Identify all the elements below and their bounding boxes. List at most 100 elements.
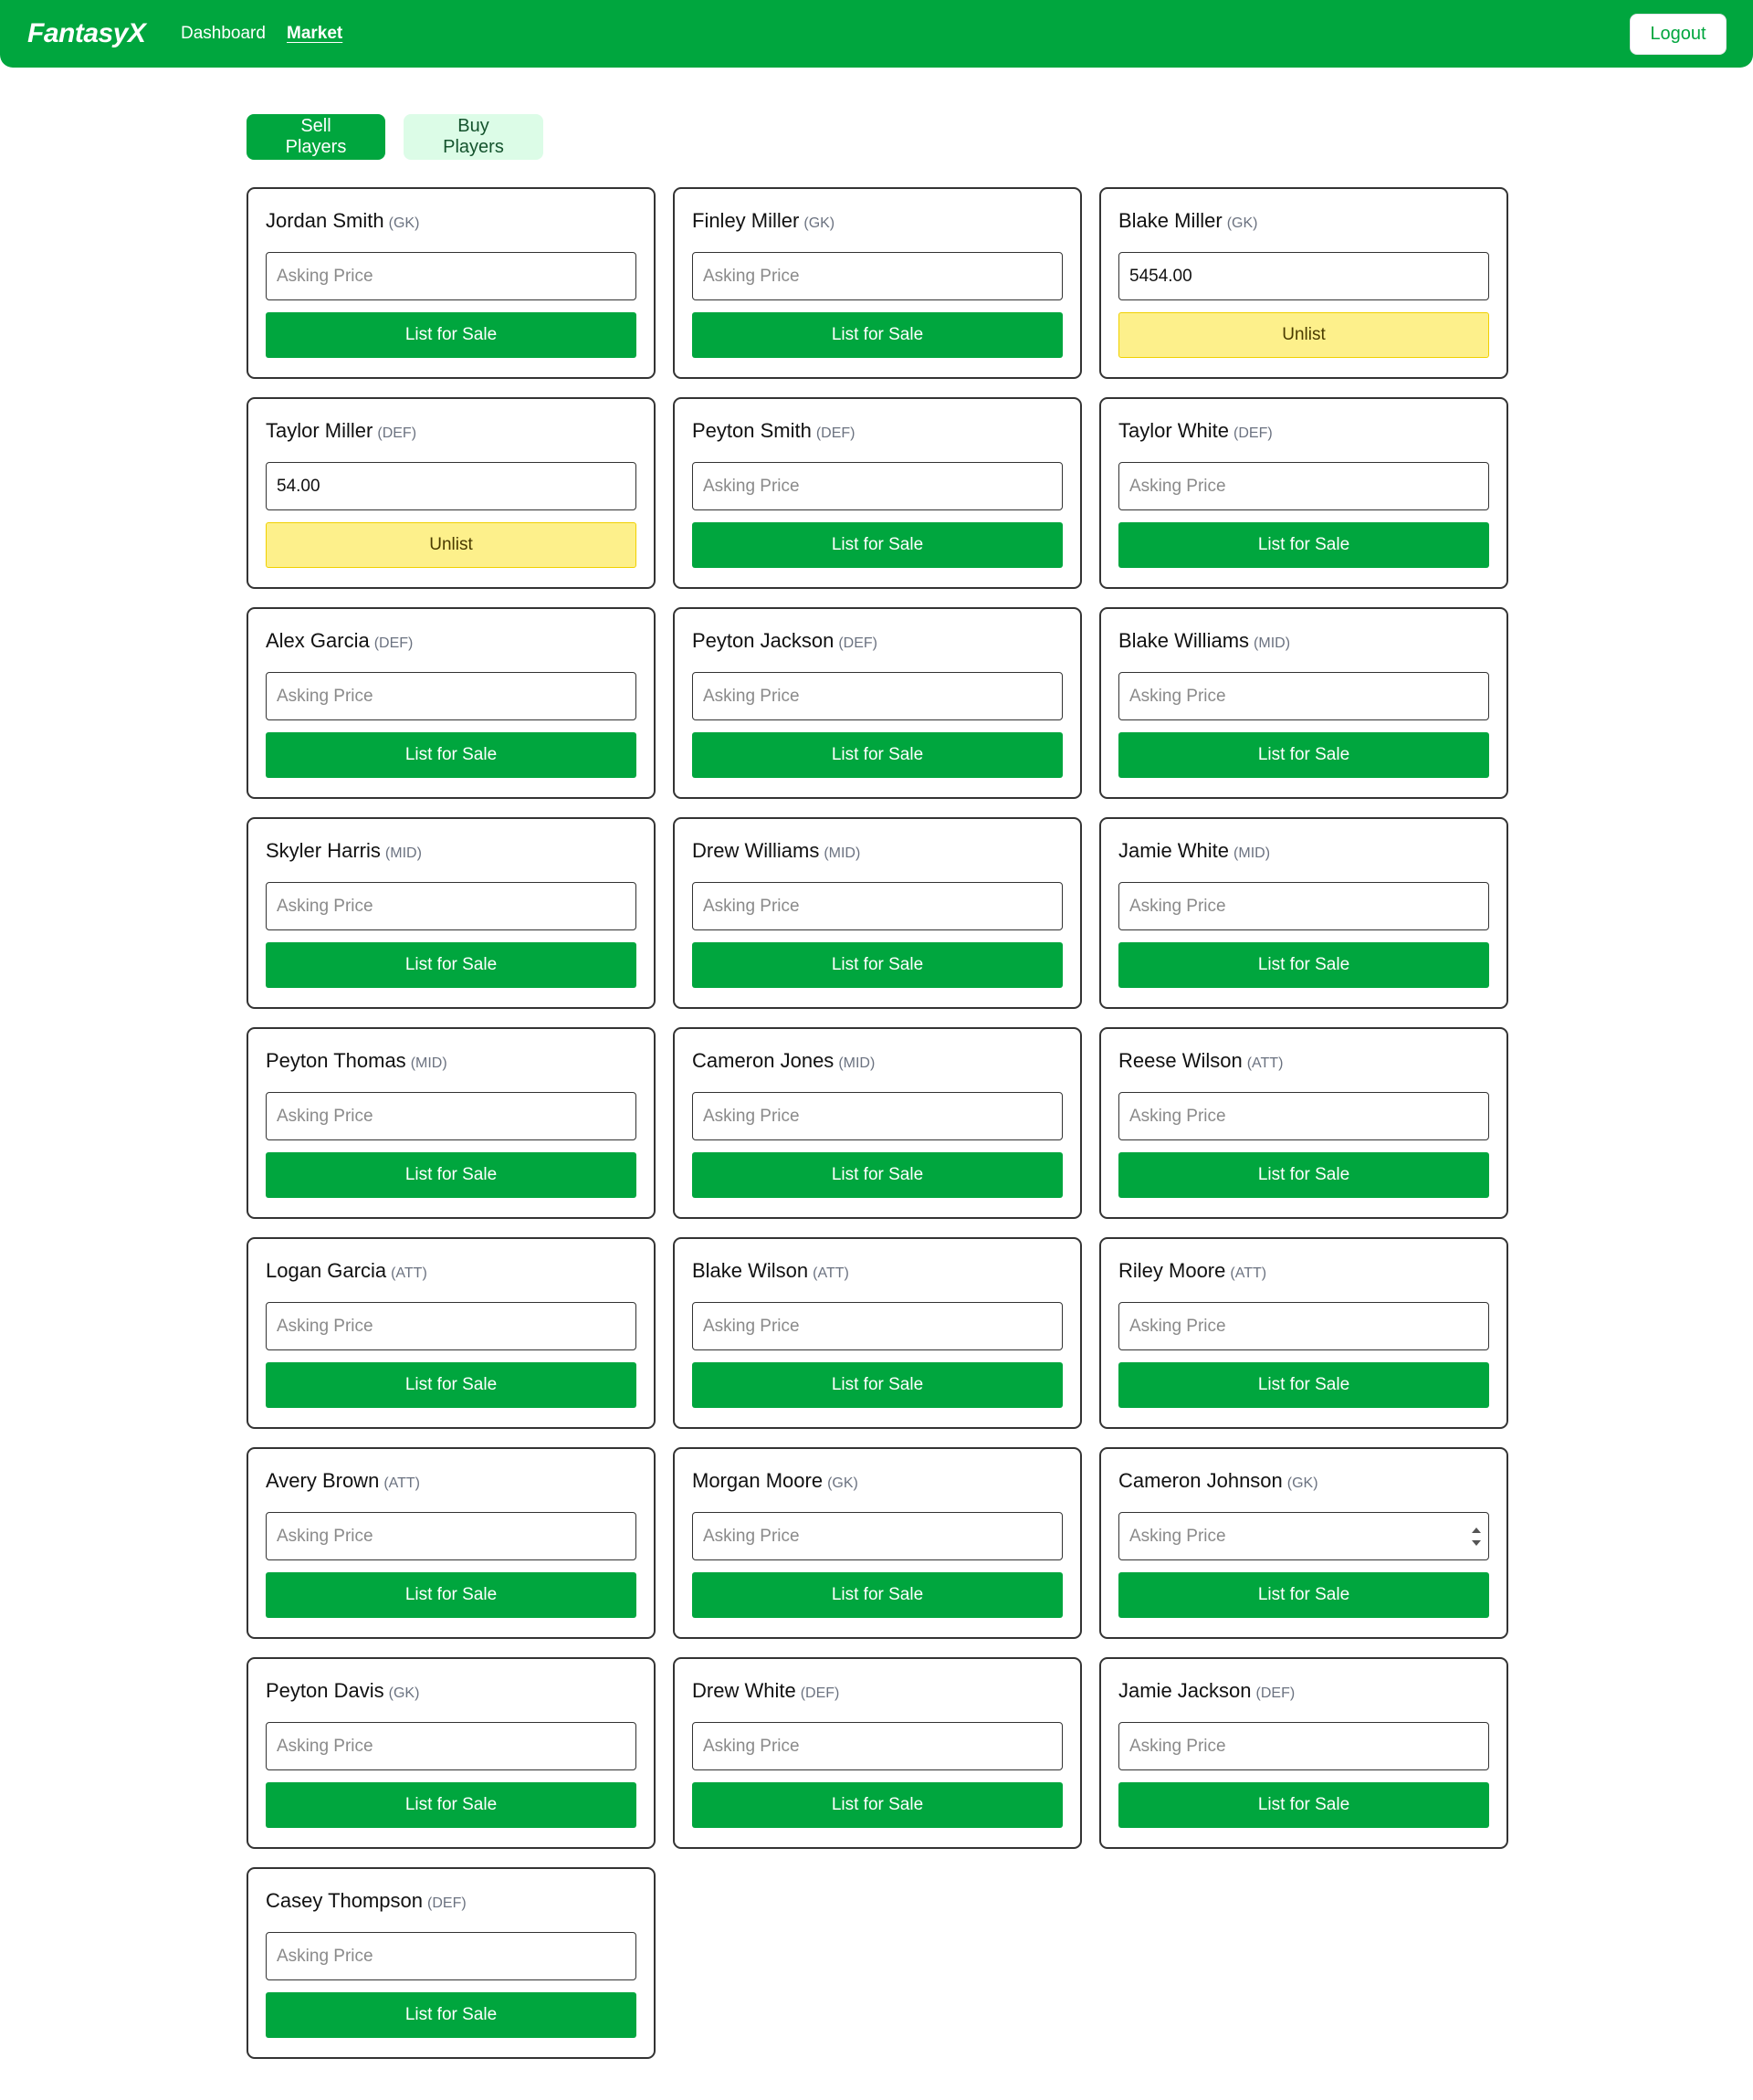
player-name: Riley Moore <box>1118 1259 1226 1282</box>
asking-price-input[interactable] <box>266 1302 636 1350</box>
player-position: (GK) <box>803 215 835 231</box>
player-card: Jamie White(MID) List for Sale <box>1099 817 1508 1009</box>
asking-price-input[interactable] <box>692 882 1063 930</box>
list-for-sale-button[interactable]: List for Sale <box>692 1782 1063 1828</box>
player-name: Skyler Harris <box>266 839 381 862</box>
player-card: Casey Thompson(DEF) List for Sale <box>247 1867 656 2059</box>
asking-price-input[interactable] <box>266 1512 636 1560</box>
asking-price-input[interactable] <box>1118 1302 1489 1350</box>
asking-price-input[interactable] <box>1118 1512 1489 1560</box>
list-for-sale-button[interactable]: List for Sale <box>1118 1362 1489 1408</box>
list-for-sale-button[interactable]: List for Sale <box>1118 1152 1489 1198</box>
player-title: Peyton Thomas (MID) <box>266 1049 447 1073</box>
list-for-sale-button[interactable]: List for Sale <box>266 732 636 778</box>
logout-button[interactable]: Logout <box>1630 14 1727 55</box>
asking-price-input[interactable] <box>692 672 1063 720</box>
player-card: Alex Garcia(DEF) List for Sale <box>247 607 656 799</box>
player-position: (DEF) <box>373 635 414 651</box>
tab-sell-players[interactable]: Sell Players <box>247 114 385 160</box>
asking-price-input[interactable] <box>266 882 636 930</box>
asking-price-input[interactable] <box>1118 1722 1489 1770</box>
player-title: Taylor White (DEF) <box>1118 419 1273 443</box>
player-name: Morgan Moore <box>692 1469 824 1492</box>
list-for-sale-button[interactable]: List for Sale <box>692 1572 1063 1618</box>
player-title: Taylor Miller (DEF) <box>266 419 416 443</box>
asking-price-input[interactable] <box>692 462 1063 510</box>
player-card: Morgan Moore(GK) List for Sale <box>673 1447 1082 1639</box>
list-for-sale-button[interactable]: List for Sale <box>266 1572 636 1618</box>
player-title: Alex Garcia (DEF) <box>266 629 413 653</box>
player-title: Cameron Johnson (GK) <box>1118 1469 1318 1493</box>
player-position: (GK) <box>827 1475 858 1491</box>
player-name: Taylor White <box>1118 419 1230 442</box>
player-position: (DEF) <box>838 635 877 651</box>
unlist-button[interactable]: Unlist <box>266 522 636 568</box>
player-title: Avery Brown (ATT) <box>266 1469 420 1493</box>
player-name: Peyton Davis <box>266 1679 384 1702</box>
asking-price-input[interactable] <box>266 462 636 510</box>
asking-price-input[interactable] <box>1118 462 1489 510</box>
player-title: Reese Wilson (ATT) <box>1118 1049 1283 1073</box>
player-card: Avery Brown(ATT) List for Sale <box>247 1447 656 1639</box>
list-for-sale-button[interactable]: List for Sale <box>692 1362 1063 1408</box>
player-name: Finley Miller <box>692 209 800 232</box>
tab-buy-players[interactable]: Buy Players <box>404 114 543 160</box>
asking-price-input[interactable] <box>692 252 1063 300</box>
player-name: Blake Williams <box>1118 629 1250 652</box>
player-title: Riley Moore (ATT) <box>1118 1259 1266 1283</box>
player-name: Taylor Miller <box>266 419 373 442</box>
list-for-sale-button[interactable]: List for Sale <box>266 1992 636 2038</box>
asking-price-input[interactable] <box>692 1722 1063 1770</box>
asking-price-input[interactable] <box>266 672 636 720</box>
player-title: Skyler Harris (MID) <box>266 839 422 863</box>
player-title: Blake Williams (MID) <box>1118 629 1290 653</box>
player-card: Drew White(DEF) List for Sale <box>673 1657 1082 1849</box>
list-for-sale-button[interactable]: List for Sale <box>266 942 636 988</box>
asking-price-input[interactable] <box>1118 672 1489 720</box>
asking-price-input[interactable] <box>1118 882 1489 930</box>
nav-link-dashboard[interactable]: Dashboard <box>181 24 266 44</box>
player-title: Jamie White (MID) <box>1118 839 1270 863</box>
list-for-sale-button[interactable]: List for Sale <box>1118 1572 1489 1618</box>
asking-price-input[interactable] <box>692 1512 1063 1560</box>
player-position: (GK) <box>1286 1475 1318 1491</box>
list-for-sale-button[interactable]: List for Sale <box>1118 732 1489 778</box>
list-for-sale-button[interactable]: List for Sale <box>692 312 1063 358</box>
list-for-sale-button[interactable]: List for Sale <box>266 1362 636 1408</box>
player-card: Taylor White(DEF) List for Sale <box>1099 397 1508 589</box>
player-title: Peyton Smith (DEF) <box>692 419 856 443</box>
player-card: Reese Wilson(ATT) List for Sale <box>1099 1027 1508 1219</box>
player-title: Logan Garcia (ATT) <box>266 1259 427 1283</box>
nav-link-market[interactable]: Market <box>287 24 342 44</box>
asking-price-input[interactable] <box>266 252 636 300</box>
list-for-sale-button[interactable]: List for Sale <box>1118 522 1489 568</box>
list-for-sale-button[interactable]: List for Sale <box>266 312 636 358</box>
list-for-sale-button[interactable]: List for Sale <box>1118 942 1489 988</box>
asking-price-input[interactable] <box>266 1092 636 1140</box>
list-for-sale-button[interactable]: List for Sale <box>692 732 1063 778</box>
list-for-sale-button[interactable]: List for Sale <box>1118 1782 1489 1828</box>
asking-price-input[interactable] <box>1118 252 1489 300</box>
asking-price-input[interactable] <box>266 1722 636 1770</box>
asking-price-input[interactable] <box>692 1302 1063 1350</box>
player-title: Jordan Smith (GK) <box>266 209 419 233</box>
list-for-sale-button[interactable]: List for Sale <box>692 942 1063 988</box>
list-for-sale-button[interactable]: List for Sale <box>692 1152 1063 1198</box>
asking-price-input[interactable] <box>692 1092 1063 1140</box>
player-position: (DEF) <box>815 425 856 441</box>
player-name: Cameron Johnson <box>1118 1469 1283 1492</box>
list-for-sale-button[interactable]: List for Sale <box>266 1152 636 1198</box>
player-name: Avery Brown <box>266 1469 380 1492</box>
brand-logo[interactable]: FantasyX <box>27 18 146 49</box>
unlist-button[interactable]: Unlist <box>1118 312 1489 358</box>
player-position: (ATT) <box>1230 1265 1267 1281</box>
player-card: Peyton Thomas(MID) List for Sale <box>247 1027 656 1219</box>
asking-price-input[interactable] <box>266 1932 636 1980</box>
asking-price-input[interactable] <box>1118 1092 1489 1140</box>
player-title: Peyton Jackson (DEF) <box>692 629 877 653</box>
player-name: Blake Wilson <box>692 1259 809 1282</box>
player-title: Jamie Jackson (DEF) <box>1118 1679 1295 1703</box>
list-for-sale-button[interactable]: List for Sale <box>692 522 1063 568</box>
player-name: Peyton Jackson <box>692 629 835 652</box>
list-for-sale-button[interactable]: List for Sale <box>266 1782 636 1828</box>
